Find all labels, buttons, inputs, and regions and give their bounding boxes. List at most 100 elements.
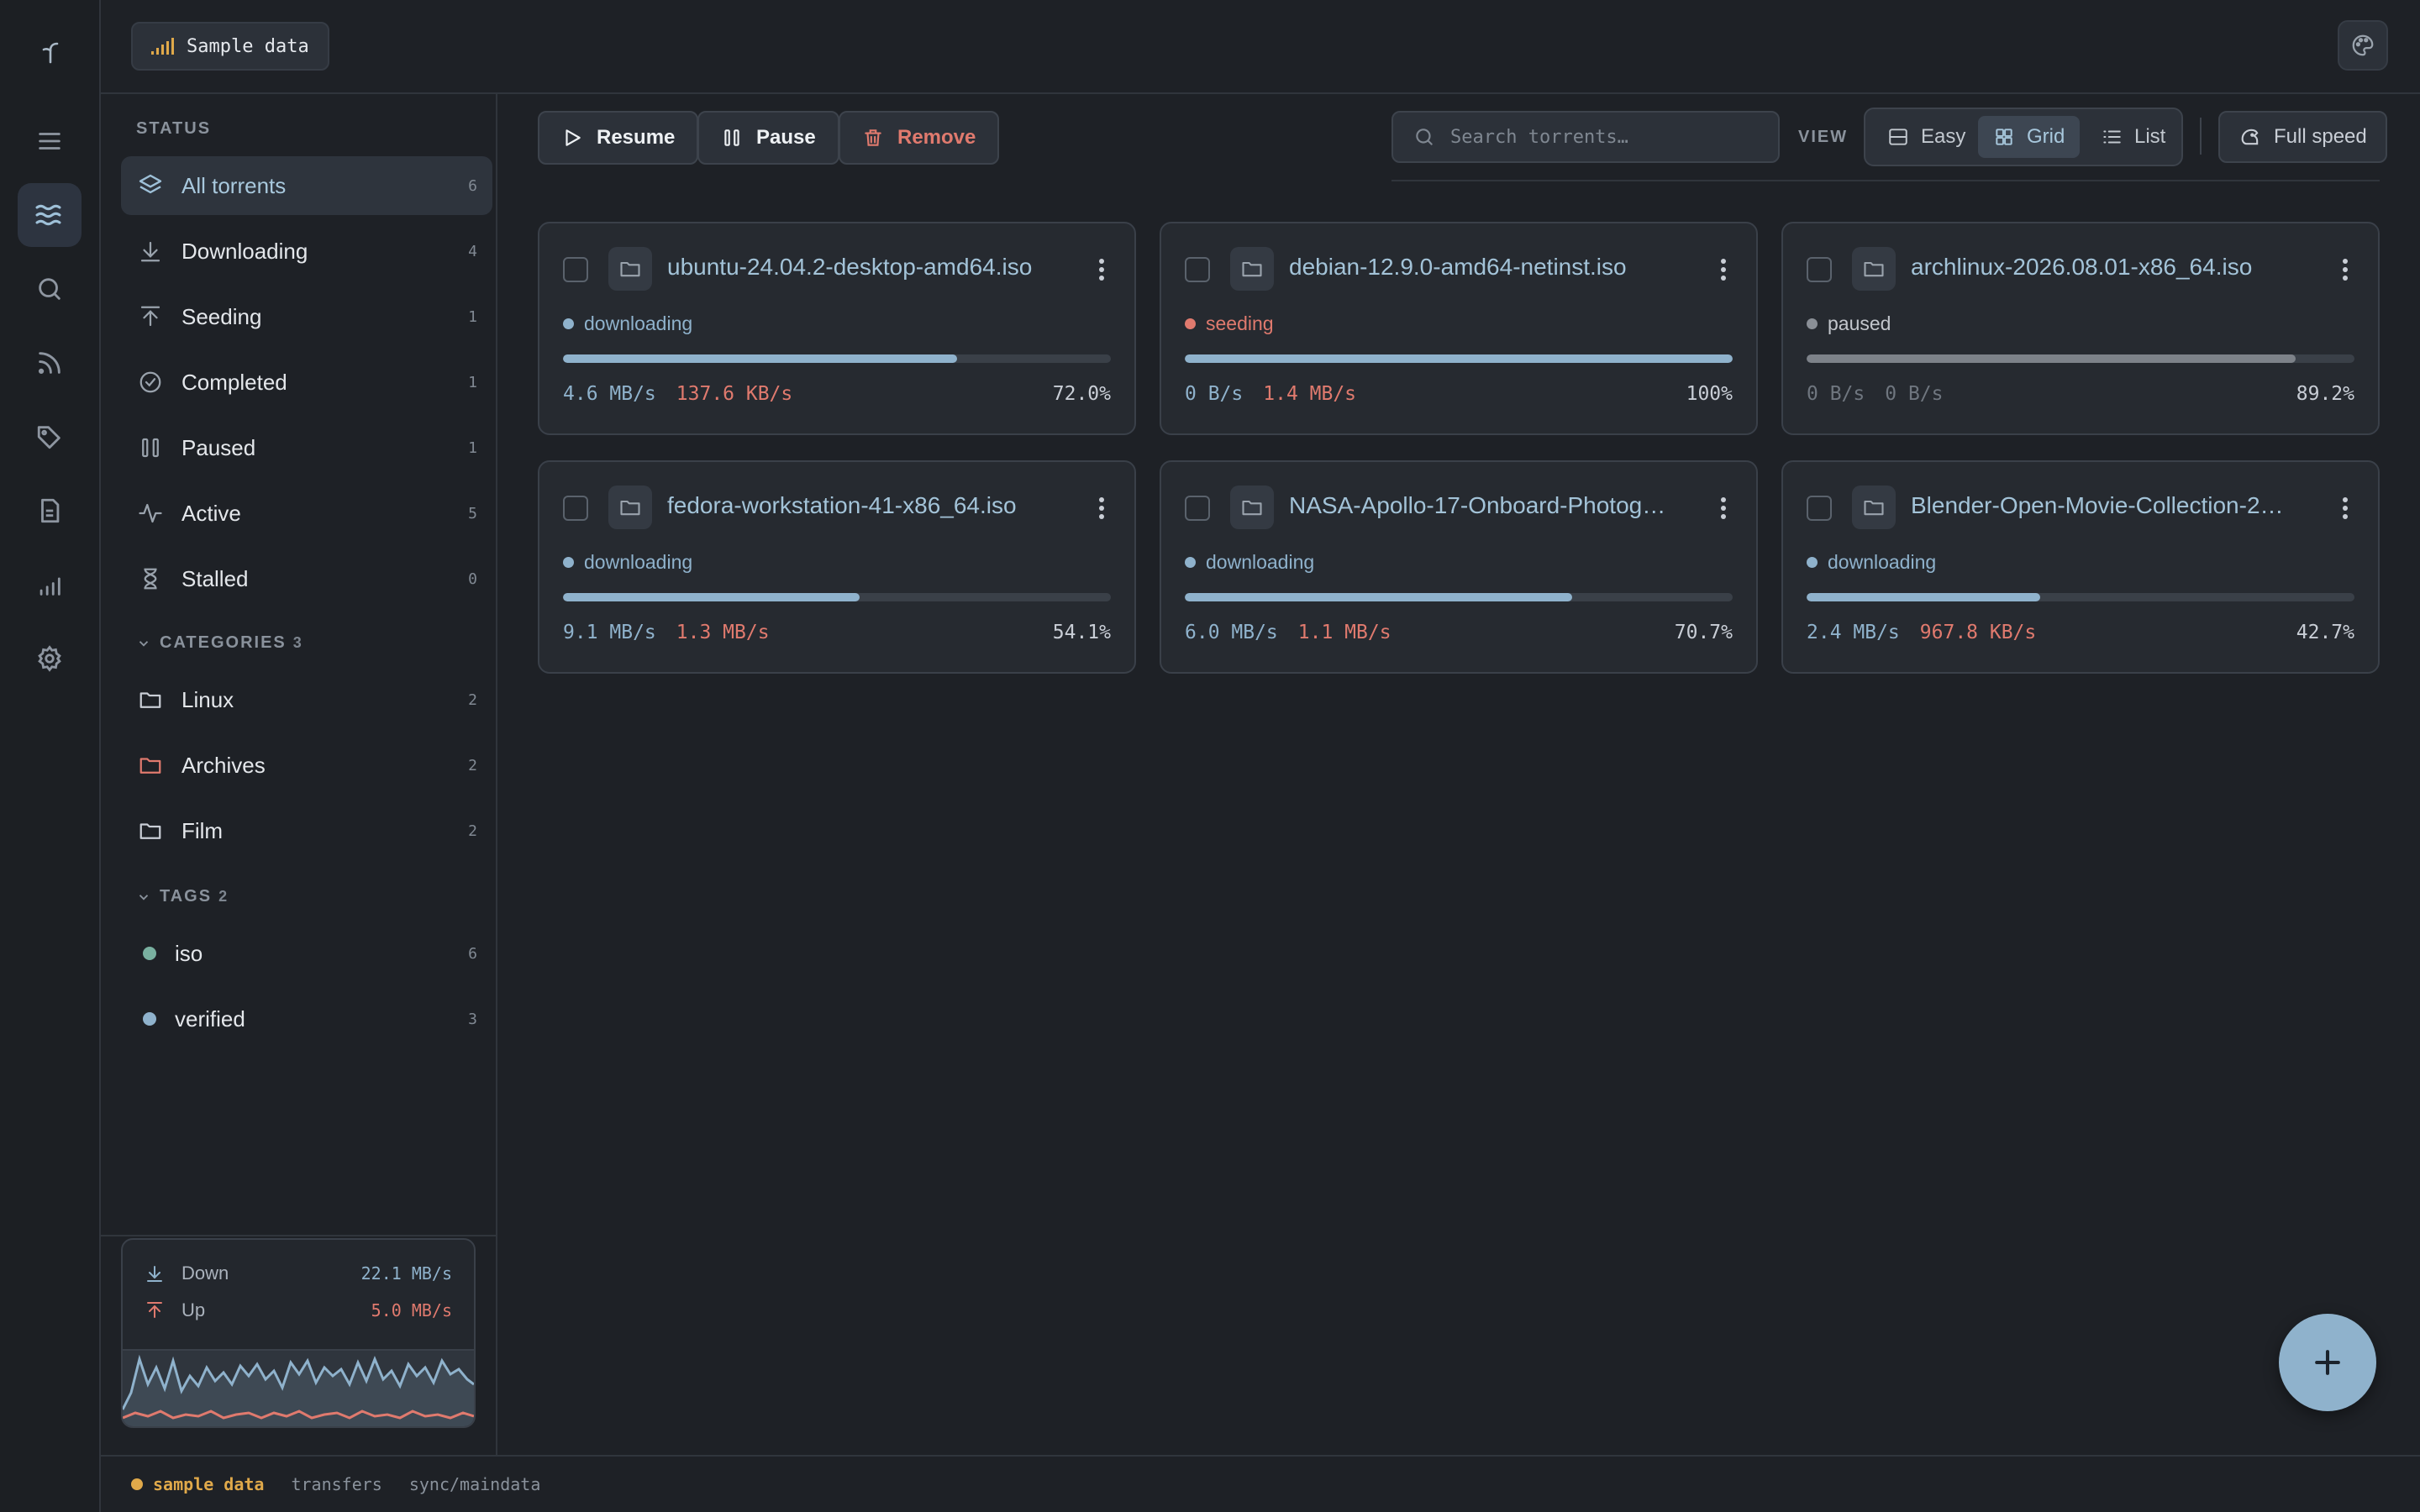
remove-label: Remove [897, 126, 976, 149]
list-icon [2101, 126, 2123, 148]
full-speed-button[interactable]: Full speed [2218, 111, 2387, 163]
sample-data-pill[interactable]: Sample data [131, 22, 329, 71]
view-grid-button[interactable]: Grid [1978, 116, 2081, 158]
sidebar-item-count: 1 [468, 438, 477, 457]
torrent-card[interactable]: debian-12.9.0-amd64-netinst.iso seeding … [1160, 222, 1758, 435]
sidebar-item-all-torrents[interactable]: All torrents 6 [121, 156, 492, 215]
theme-palette-button[interactable] [2338, 20, 2388, 71]
torrent-card[interactable]: ubuntu-24.04.2-desktop-amd64.iso downloa… [538, 222, 1136, 435]
progress-bar [1185, 354, 1733, 363]
torrent-card[interactable]: fedora-workstation-41-x86_64.iso downloa… [538, 460, 1136, 674]
sidebar-item-completed[interactable]: Completed 1 [121, 353, 492, 412]
tags-icon[interactable] [18, 405, 82, 469]
select-checkbox[interactable] [563, 257, 588, 282]
log-document-icon[interactable] [18, 479, 82, 543]
torrent-name[interactable]: ubuntu-24.04.2-desktop-amd64.iso [667, 254, 1071, 281]
sidebar-item-tag-verified[interactable]: verified 3 [121, 990, 492, 1048]
menu-icon[interactable] [18, 109, 82, 173]
more-options-icon[interactable] [1719, 496, 1728, 521]
torrent-name[interactable]: NASA-Apollo-17-Onboard-Photog… [1289, 492, 1692, 519]
hourglass-icon [136, 564, 165, 593]
sidebar-item-downloading[interactable]: Downloading 4 [121, 222, 492, 281]
select-checkbox[interactable] [1807, 496, 1832, 521]
activity-pulse-icon [136, 499, 165, 528]
torrent-card[interactable]: Blender-Open-Movie-Collection-2… downloa… [1781, 460, 2380, 674]
tags-heading[interactable]: TAGS 2 [136, 887, 227, 906]
up-speed-row: Up 5.0 MB/s [145, 1295, 452, 1326]
folder-icon [1230, 247, 1274, 291]
progress-percent: 42.7% [2296, 622, 2354, 643]
torrent-name[interactable]: fedora-workstation-41-x86_64.iso [667, 492, 1071, 519]
sidebar-item-count: 2 [468, 822, 477, 840]
statistics-bars-icon[interactable] [18, 553, 82, 617]
more-options-icon[interactable] [2341, 496, 2349, 521]
view-easy-label: Easy [1921, 125, 1966, 148]
settings-gear-icon[interactable] [18, 627, 82, 690]
torrent-name[interactable]: archlinux-2026.08.01-x86_64.iso [1911, 254, 2314, 281]
state-label: downloading [584, 551, 693, 573]
search-icon[interactable] [18, 257, 82, 321]
progress-percent: 89.2% [2296, 383, 2354, 405]
rss-icon[interactable] [18, 331, 82, 395]
up-label: Up [182, 1299, 206, 1320]
up-rate: 0 B/s [1885, 383, 1944, 405]
torrent-name[interactable]: debian-12.9.0-amd64-netinst.iso [1289, 254, 1692, 281]
resume-button[interactable]: Resume [538, 111, 699, 165]
view-list-label: List [2134, 125, 2166, 148]
view-list-button[interactable]: List [2086, 116, 2181, 158]
progress-bar [563, 593, 1111, 601]
down-rate: 0 B/s [1185, 383, 1244, 405]
sidebar-item-tag-iso[interactable]: iso 6 [121, 924, 492, 983]
progress-bar [563, 354, 1111, 363]
categories-heading-label: CATEGORIES [160, 633, 287, 652]
more-options-icon[interactable] [1097, 257, 1106, 282]
torrent-card[interactable]: archlinux-2026.08.01-x86_64.iso paused 0… [1781, 222, 2380, 435]
progress-fill [1807, 354, 2296, 363]
more-options-icon[interactable] [1719, 257, 1728, 282]
progress-percent: 72.0% [1052, 383, 1111, 405]
sidebar-item-seeding[interactable]: Seeding 1 [121, 287, 492, 346]
remove-button[interactable]: Remove [839, 111, 1000, 165]
progress-fill [1807, 593, 2041, 601]
sidebar-item-count: 6 [468, 176, 477, 195]
folder-icon [1852, 486, 1896, 529]
sidebar-item-paused[interactable]: Paused 1 [121, 418, 492, 477]
tag-color-dot [143, 1012, 156, 1026]
sidebar-item-label: Linux [182, 686, 234, 712]
check-circle-icon [136, 368, 165, 396]
categories-heading[interactable]: CATEGORIES 3 [136, 633, 302, 653]
view-easy-button[interactable]: Easy [1872, 116, 1981, 158]
top-bar: Sample data [101, 0, 2420, 94]
select-checkbox[interactable] [1185, 257, 1210, 282]
status-item-transfers: transfers [291, 1474, 382, 1494]
torrent-name[interactable]: Blender-Open-Movie-Collection-2… [1911, 492, 2314, 519]
folder-icon [608, 247, 652, 291]
select-checkbox[interactable] [1185, 496, 1210, 521]
more-options-icon[interactable] [2341, 257, 2349, 282]
chevron-down-icon [136, 890, 151, 905]
status-bar: sample data transfers sync/maindata [101, 1455, 2420, 1512]
state-label: downloading [584, 312, 693, 334]
torrent-state: paused [1807, 312, 1891, 335]
sidebar-item-label: verified [175, 1005, 245, 1032]
sidebar-item-stalled[interactable]: Stalled 0 [121, 549, 492, 608]
full-speed-label: Full speed [2274, 125, 2367, 148]
sidebar-item-category-archives[interactable]: Archives 2 [121, 736, 492, 795]
sidebar-item-active[interactable]: Active 5 [121, 484, 492, 543]
toolbar-divider [1392, 180, 2380, 181]
select-checkbox[interactable] [563, 496, 588, 521]
torrent-state: downloading [1185, 551, 1314, 574]
torrent-card[interactable]: NASA-Apollo-17-Onboard-Photog… downloadi… [1160, 460, 1758, 674]
torrents-waves-icon[interactable] [18, 183, 82, 247]
search-input[interactable] [1450, 126, 1770, 148]
down-rate: 6.0 MB/s [1185, 622, 1278, 643]
search-torrents-field[interactable] [1392, 111, 1780, 163]
add-torrent-button[interactable] [2279, 1314, 2376, 1411]
download-arrow-icon [145, 1263, 165, 1284]
more-options-icon[interactable] [1097, 496, 1106, 521]
sidebar-item-category-film[interactable]: Film 2 [121, 801, 492, 860]
app-logo-icon[interactable] [37, 39, 64, 66]
sidebar-item-category-linux[interactable]: Linux 2 [121, 670, 492, 729]
select-checkbox[interactable] [1807, 257, 1832, 282]
pause-button[interactable]: Pause [697, 111, 839, 165]
